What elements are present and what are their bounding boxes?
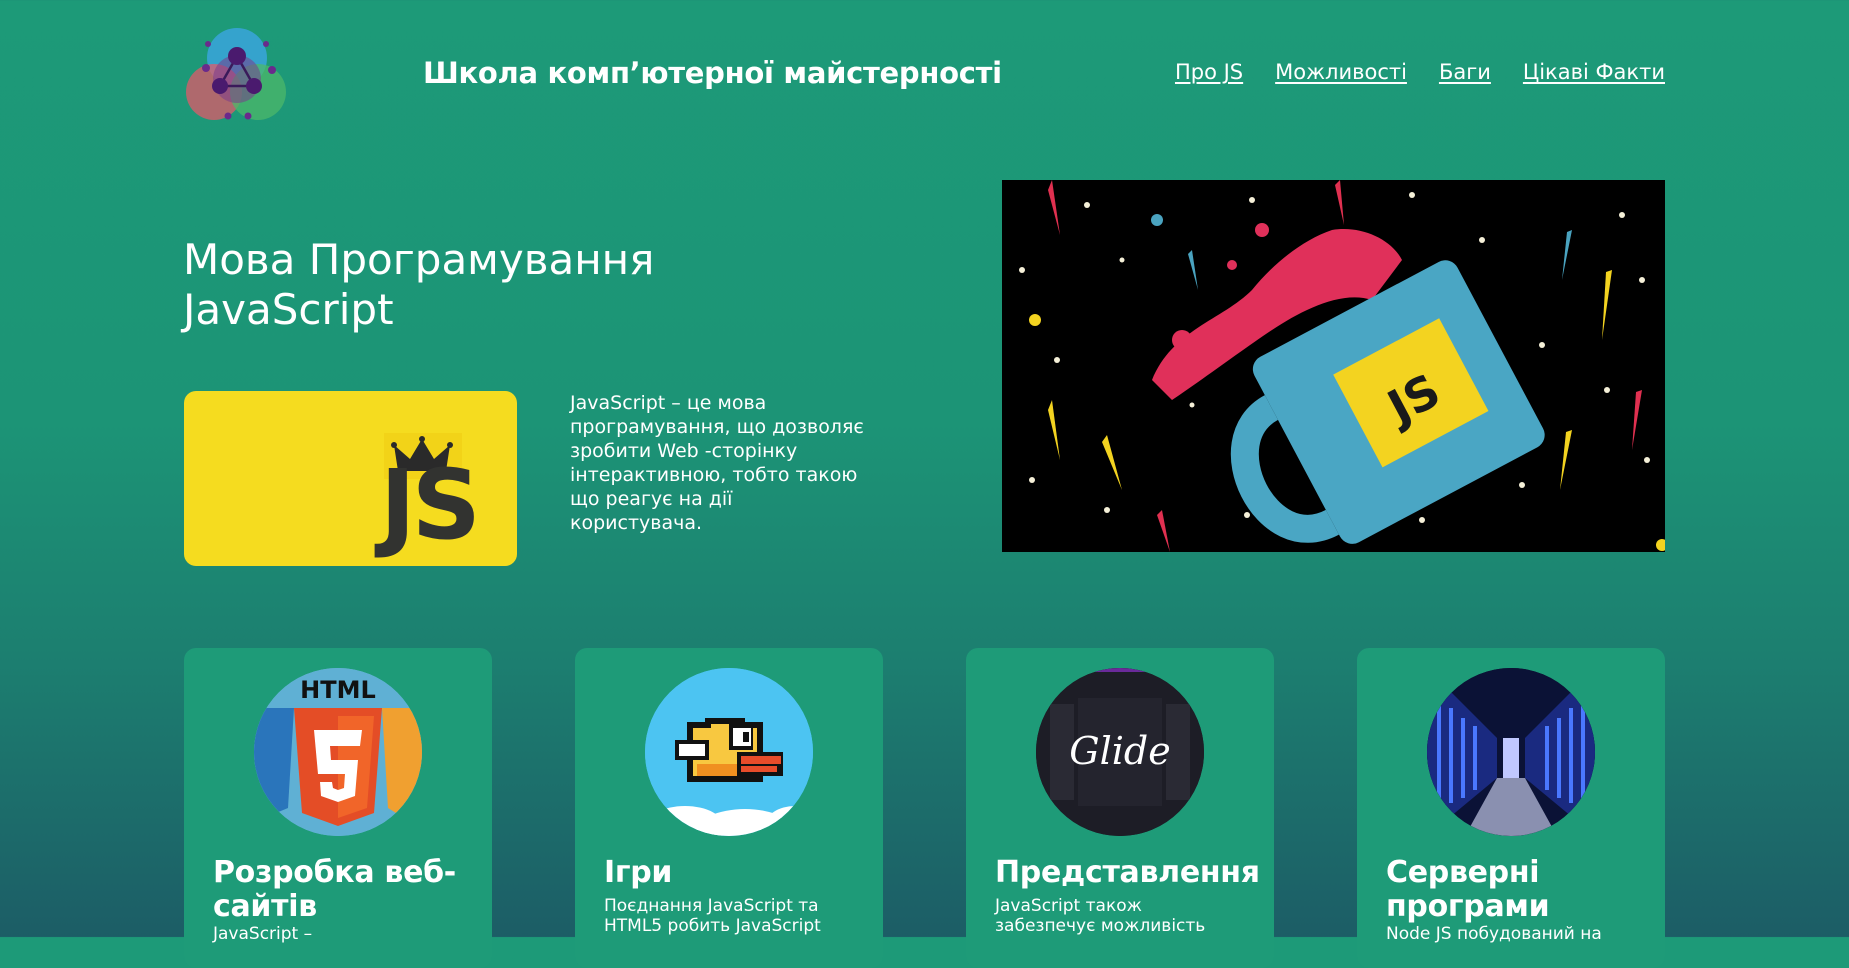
js-logo-text: JS — [380, 449, 481, 561]
pixel-bird-icon — [645, 668, 813, 836]
glide-label-text: Glide — [1069, 729, 1170, 773]
page-title: Мова Програмування JavaScript — [183, 235, 655, 334]
nav-link-features[interactable]: Можливості — [1275, 60, 1407, 84]
js-mug-illustration: JS — [1002, 180, 1665, 552]
site-title: Школа комп’ютерної майстерності — [423, 56, 1002, 90]
feature-desc-web: JavaScript – — [213, 924, 313, 944]
hero-description: JavaScript – це мова програмування, що д… — [570, 392, 864, 534]
feature-title-web: Розробка веб-сайтів — [213, 855, 456, 924]
feature-desc-presentation: JavaScript також забезпечує можливість — [995, 896, 1206, 936]
molecule-logo-icon[interactable] — [184, 22, 290, 126]
site-header: Школа комп’ютерної майстерності Про JS М… — [0, 0, 1849, 150]
feature-desc-server: Node JS побудований на — [1386, 924, 1602, 944]
nav-link-bugs[interactable]: Баги — [1439, 60, 1491, 84]
coffee-mug-illustration-icon: JS — [1002, 180, 1665, 552]
html5-css3-js-logos-icon: HTML — [254, 668, 422, 836]
feature-title-presentation: Представлення — [995, 855, 1260, 890]
feature-title-server: Серверні програми — [1386, 855, 1550, 924]
js-logo-image: JS — [184, 391, 517, 566]
feature-card-games[interactable]: Ігри Поєднання JavaScript та HTML5 робит… — [575, 648, 883, 968]
nav-link-about-js[interactable]: Про JS — [1175, 60, 1243, 84]
feature-card-presentation[interactable]: Glide Представлення JavaScript також заб… — [966, 648, 1274, 968]
feature-desc-games: Поєднання JavaScript та HTML5 робить Jav… — [604, 896, 821, 936]
main-nav: Про JS Можливості Баги Цікаві Факти — [1175, 60, 1665, 84]
feature-card-server[interactable]: Серверні програми Node JS побудований на — [1357, 648, 1665, 968]
feature-card-web[interactable]: HTML Розробка веб-сайтів JavaScript – — [184, 648, 492, 968]
server-room-icon — [1427, 668, 1595, 836]
feature-title-games: Ігри — [604, 855, 673, 890]
glide-logo-icon: Glide — [1036, 668, 1204, 836]
html-label-text: HTML — [300, 676, 376, 704]
nav-link-facts[interactable]: Цікаві Факти — [1523, 60, 1665, 84]
